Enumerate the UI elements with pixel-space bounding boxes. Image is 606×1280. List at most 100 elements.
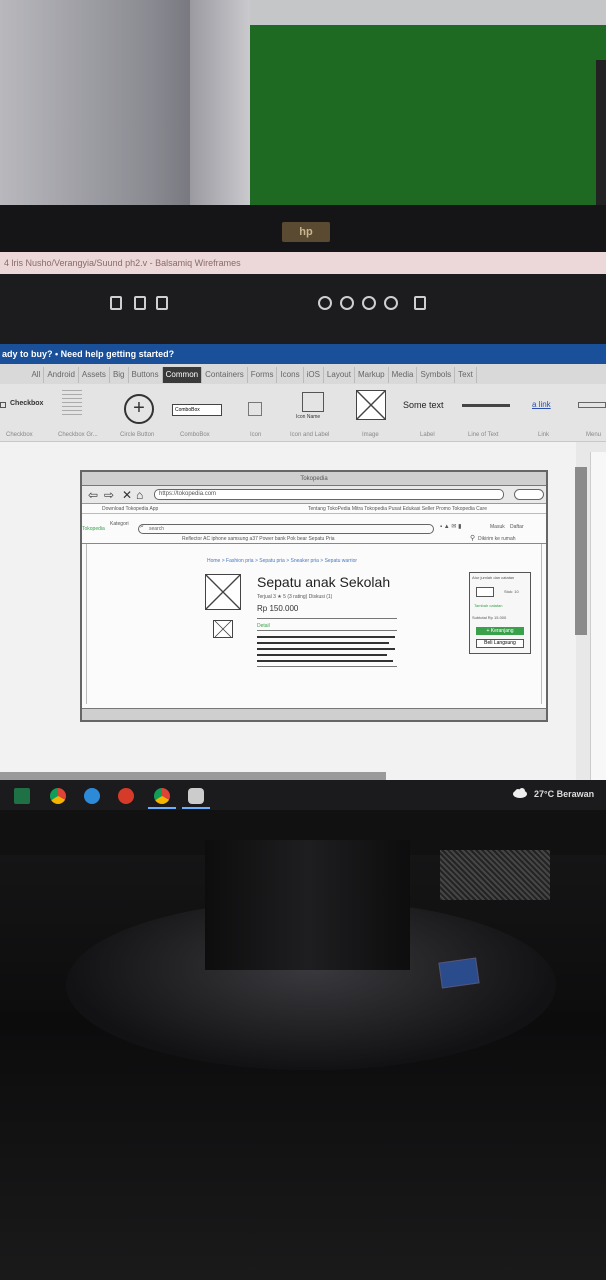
topbar-links[interactable]: Tentang TokoPedia Mitra Tokopedia Pusat … [308, 504, 487, 514]
mockup-header: Tokopedia Kategori search ⌕ ▪ ▲ ✉ ▮ Masu… [82, 514, 546, 544]
download-app-link[interactable]: Download Tokopedia App [102, 504, 158, 514]
zoom-actual-icon[interactable] [384, 296, 398, 310]
description-line [257, 660, 393, 662]
line-of-text-component[interactable] [462, 404, 510, 407]
tab-forms[interactable]: Forms [248, 367, 278, 383]
product-image-main[interactable] [205, 574, 241, 610]
product-price: Rp 150.000 [257, 604, 299, 613]
tab-text[interactable]: Text [455, 367, 477, 383]
search-icon: ⌕ [140, 523, 144, 530]
excel-icon[interactable] [14, 788, 30, 804]
tab-common[interactable]: Common [162, 367, 203, 383]
kategori-link[interactable]: Kategori [110, 521, 129, 527]
lib-label-icon: Icon [250, 432, 262, 438]
zoom-out-icon[interactable] [318, 296, 332, 310]
purchase-box-title: Atur jumlah dan catatan [472, 575, 515, 580]
tab-big[interactable]: Big [110, 367, 129, 383]
stock-text: Stok: 10 [504, 589, 519, 594]
chrome-icon[interactable] [50, 788, 66, 804]
tab-containers[interactable]: Containers [202, 367, 248, 383]
add-to-cart-button[interactable]: + Keranjang [476, 627, 524, 635]
detail-tab[interactable]: Detail [257, 623, 270, 629]
tab-icons[interactable]: Icons [277, 367, 304, 383]
app-toolbar [0, 274, 606, 344]
monitor-logo: hp [282, 222, 330, 242]
back-icon[interactable]: ⇦ [88, 487, 98, 503]
tab-android[interactable]: Android [44, 367, 79, 383]
fullscreen-icon[interactable] [414, 296, 426, 310]
description-line [257, 654, 387, 656]
help-bar[interactable]: ady to buy? • Need help getting started? [0, 344, 606, 364]
circle-button-component[interactable]: + [124, 394, 154, 424]
component-library: Checkbox + ComboBox Icon Name Some text … [0, 384, 606, 442]
clipboard-icon[interactable] [156, 296, 168, 310]
balsamiq-icon[interactable] [188, 788, 204, 804]
brand-logo[interactable]: Tokopedia [82, 526, 105, 532]
lib-label-line-of-text: Line of Text [468, 432, 499, 438]
add-note-link[interactable]: Tambah catatan [474, 603, 502, 608]
vertical-scrollbar[interactable] [575, 467, 587, 635]
search-input[interactable]: search [138, 524, 434, 534]
mockup-nav-bar: ⇦ ⇨ ✕ ⌂ https://tokopedia.com [82, 486, 546, 504]
active-indicator [182, 807, 210, 809]
checkbox-group-component[interactable] [62, 390, 82, 416]
tab-symbols[interactable]: Symbols [417, 367, 456, 383]
chrome-active-icon[interactable] [154, 788, 170, 804]
quantity-stepper[interactable] [476, 587, 494, 597]
search-suggestions[interactable]: Reflector AC iphone samsung a37 Power ba… [182, 536, 335, 542]
description-line [257, 648, 395, 650]
paste-icon[interactable] [134, 296, 146, 310]
some-text-component[interactable]: Some text [403, 400, 444, 410]
description-line [257, 642, 389, 644]
combobox-component[interactable]: ComboBox [172, 404, 222, 416]
home-icon[interactable]: ⌂ [136, 487, 143, 503]
menu-component[interactable] [578, 402, 606, 408]
tab-media[interactable]: Media [389, 367, 418, 383]
product-meta: Terjual 3 ★ 5 (3 rating) Diskusi (1) [257, 594, 333, 600]
cart-icon[interactable]: ▪ ▲ ✉ ▮ [440, 523, 461, 530]
daftar-link[interactable]: Daftar [510, 524, 524, 530]
checkbox-component[interactable] [0, 402, 6, 408]
horizontal-scrollbar[interactable] [0, 772, 386, 780]
forward-icon[interactable]: ⇨ [104, 487, 114, 503]
weather-text[interactable]: 27°C Berawan [534, 789, 594, 799]
search-pill[interactable] [514, 489, 544, 500]
icon-component[interactable] [248, 402, 262, 416]
door-frame [190, 0, 250, 215]
mockup-title: Tokopedia [82, 472, 546, 486]
buy-now-button[interactable]: Beli Langsung [476, 639, 524, 648]
tab-assets[interactable]: Assets [79, 367, 110, 383]
url-field[interactable]: https://tokopedia.com [154, 489, 504, 500]
lib-label-checkbox: Checkbox [6, 432, 33, 438]
breadcrumb[interactable]: Home > Fashion pria > Sepatu pria > Snea… [207, 558, 357, 564]
cables [440, 850, 550, 900]
copy-icon[interactable] [110, 296, 122, 310]
tab-buttons[interactable]: Buttons [129, 367, 163, 383]
product-image-thumb[interactable] [213, 620, 233, 638]
pdf-reader-icon[interactable] [118, 788, 134, 804]
lib-label-circle-button: Circle Button [120, 432, 155, 438]
zoom-fit-icon[interactable] [362, 296, 376, 310]
icon-and-label-component[interactable] [302, 392, 324, 412]
mockup-statusbar [82, 708, 546, 720]
close-icon[interactable]: ✕ [122, 487, 132, 503]
lib-label-image: Image [362, 432, 379, 438]
browser-mockup[interactable]: Tokopedia ⇦ ⇨ ✕ ⌂ https://tokopedia.com … [80, 470, 548, 722]
purchase-box: Atur jumlah dan catatan Stok: 10 Tambah … [469, 572, 531, 654]
product-page: Home > Fashion pria > Sepatu pria > Snea… [86, 544, 542, 704]
tab-markup[interactable]: Markup [355, 367, 389, 383]
tab-layout[interactable]: Layout [324, 367, 355, 383]
lib-label-menu: Menu [586, 432, 602, 438]
edge-icon[interactable] [84, 788, 100, 804]
masuk-link[interactable]: Masuk [490, 524, 505, 530]
tab-ios[interactable]: iOS [304, 367, 324, 383]
image-component[interactable] [356, 390, 386, 420]
link-component[interactable]: a link [532, 400, 551, 409]
divider [257, 618, 397, 619]
lib-label-combobox: ComboBox [180, 432, 210, 438]
zoom-in-icon[interactable] [340, 296, 354, 310]
sticker [438, 957, 480, 989]
properties-panel [590, 452, 606, 782]
location-text[interactable]: Dikirim ke rumah [478, 536, 516, 542]
tab-all[interactable]: All [28, 367, 45, 383]
